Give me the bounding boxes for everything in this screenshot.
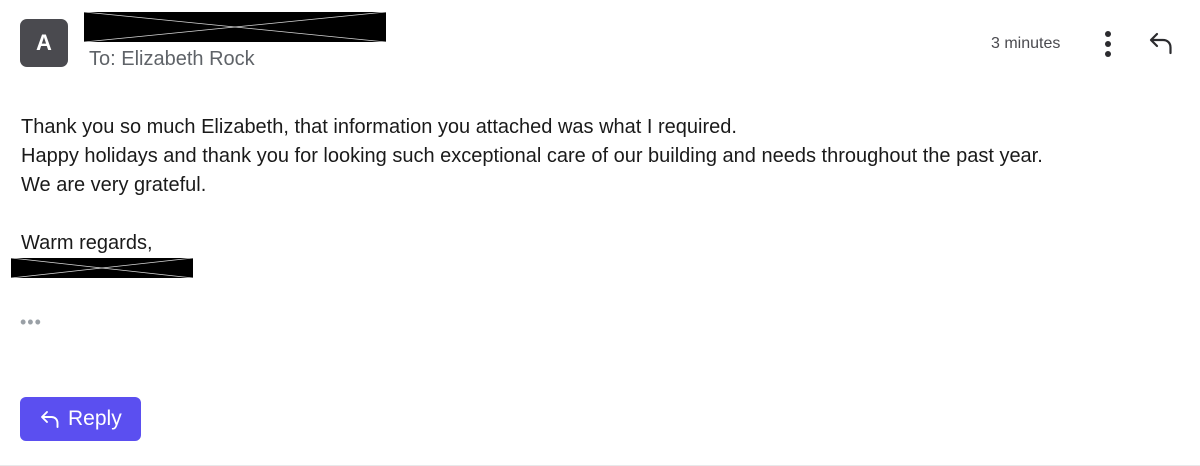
- reply-icon-button[interactable]: [1147, 29, 1175, 57]
- reply-button-label: Reply: [68, 407, 122, 430]
- reply-button[interactable]: Reply: [20, 397, 141, 441]
- reply-arrow-icon: [1149, 32, 1172, 55]
- message-line: Thank you so much Elizabeth, that inform…: [21, 116, 737, 138]
- recipient-line: To: Elizabeth Rock: [89, 48, 255, 70]
- show-trimmed-content-button[interactable]: •••: [20, 313, 46, 331]
- message-timestamp: 3 minutes: [991, 35, 1061, 52]
- reply-arrow-icon: [41, 411, 59, 428]
- redacted-sender-name: [84, 12, 386, 42]
- message-closing: Warm regards,: [21, 232, 153, 254]
- email-message-card: A To: Elizabeth Rock 3 minutes Thank you…: [0, 0, 1200, 466]
- redacted-signature: [11, 258, 193, 278]
- message-body: Thank you so much Elizabeth, that inform…: [21, 113, 1181, 258]
- message-line: We are very grateful.: [21, 174, 207, 196]
- sender-avatar: A: [20, 19, 68, 67]
- message-line: Happy holidays and thank you for looking…: [21, 145, 1043, 167]
- more-options-button[interactable]: [1096, 30, 1120, 58]
